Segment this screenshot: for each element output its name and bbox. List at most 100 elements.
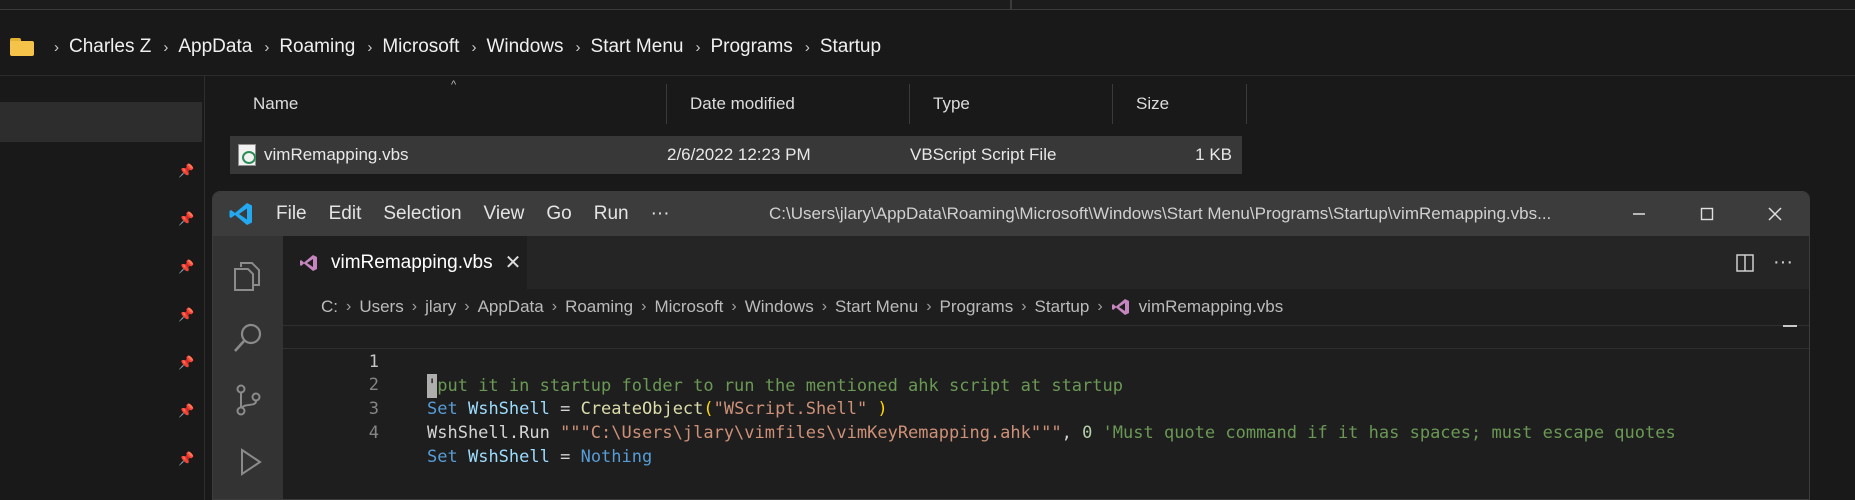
tab-vimremapping-vbs[interactable]: vimRemapping.vbs ✕ <box>283 236 527 289</box>
chevron-right-icon[interactable]: › <box>695 39 700 56</box>
more-actions-icon[interactable]: ··· <box>1773 251 1793 274</box>
folder-icon <box>10 38 34 56</box>
breadcrumb-windows[interactable]: Windows <box>486 36 563 58</box>
pin-icon[interactable]: 📌 <box>178 259 194 275</box>
chevron-right-icon: › <box>54 38 59 56</box>
pin-icon[interactable]: 📌 <box>178 355 194 371</box>
chevron-right-icon: › <box>346 298 352 315</box>
close-window-button[interactable] <box>1741 192 1809 236</box>
minimap[interactable] <box>1783 325 1797 327</box>
breadcrumb-roaming[interactable]: Roaming <box>279 36 355 58</box>
code-editor[interactable]: 1 'put it in startup folder to run the m… <box>283 325 1809 499</box>
breadcrumb-roaming[interactable]: Roaming <box>565 297 633 317</box>
column-header-size[interactable]: Size <box>1113 84 1247 124</box>
breadcrumb-appdata[interactable]: AppData <box>178 36 252 58</box>
breadcrumb-start-menu[interactable]: Start Menu <box>591 36 684 58</box>
code-operator: = <box>549 447 581 467</box>
breadcrumb-start-menu[interactable]: Start Menu <box>835 297 918 317</box>
menu-edit[interactable]: Edit <box>318 192 373 236</box>
code-keyword: Set <box>427 447 458 467</box>
chevron-right-icon: › <box>821 298 828 315</box>
split-editor-icon[interactable] <box>1735 253 1755 273</box>
file-row[interactable]: vimRemapping.vbs 2/6/2022 12:23 PM VBScr… <box>230 136 1242 174</box>
menu-more[interactable]: ··· <box>640 192 681 236</box>
address-bar[interactable]: › Charles Z › AppData › Roaming › Micros… <box>0 18 1855 76</box>
pin-icon[interactable]: 📌 <box>178 451 194 467</box>
chevron-right-icon: › <box>641 298 647 315</box>
code-line[interactable]: 1 'put it in startup folder to run the m… <box>283 325 1809 398</box>
breadcrumb-users[interactable]: Users <box>359 297 403 317</box>
pin-icon[interactable]: 📌 <box>178 403 194 419</box>
code-member: WshShell.Run <box>427 423 561 443</box>
pin-icon[interactable]: 📌 <box>178 307 194 323</box>
menu-selection[interactable]: Selection <box>372 192 472 236</box>
chevron-right-icon[interactable]: › <box>367 39 372 56</box>
search-icon[interactable] <box>230 320 266 356</box>
breadcrumb-file[interactable]: vimRemapping.vbs <box>1139 297 1284 317</box>
menu-run[interactable]: Run <box>583 192 640 236</box>
chevron-right-icon[interactable]: › <box>576 39 581 56</box>
pin-icon[interactable]: 📌 <box>178 163 194 179</box>
column-header-name[interactable]: ^ Name <box>230 79 667 124</box>
editor-breadcrumbs: C: › Users › jlary › AppData › Roaming ›… <box>283 289 1809 325</box>
breadcrumb-appdata[interactable]: AppData <box>478 297 544 317</box>
explorer-top-strip <box>0 0 1855 10</box>
menu-view[interactable]: View <box>473 192 536 236</box>
title-bar[interactable]: File Edit Selection View Go Run ··· C:\U… <box>213 192 1809 236</box>
column-header-date-modified[interactable]: Date modified <box>667 84 910 124</box>
tab-label: vimRemapping.vbs <box>331 251 493 273</box>
divider <box>0 75 1855 76</box>
vscode-window: File Edit Selection View Go Run ··· C:\U… <box>212 191 1810 500</box>
menu-file[interactable]: File <box>265 192 318 236</box>
explorer-files-icon[interactable] <box>230 258 266 294</box>
code-line[interactable]: 3 WshShell.Run """C:\Users\jlary\vimfile… <box>283 373 1809 443</box>
breadcrumb-drive[interactable]: C: <box>321 297 338 317</box>
breadcrumb-windows[interactable]: Windows <box>745 297 814 317</box>
file-name: vimRemapping.vbs <box>264 145 409 164</box>
breadcrumb-startup[interactable]: Startup <box>1035 297 1090 317</box>
chevron-right-icon: › <box>411 298 418 315</box>
editor-actions: ··· <box>1735 236 1793 289</box>
code-keyword: Nothing <box>580 447 653 467</box>
source-control-icon[interactable] <box>230 382 266 418</box>
sort-ascending-icon: ^ <box>451 79 457 91</box>
minimize-icon <box>1633 213 1645 215</box>
activity-bar <box>213 236 283 499</box>
run-debug-icon[interactable] <box>230 444 266 480</box>
column-header-type[interactable]: Type <box>910 84 1113 124</box>
minimize-button[interactable] <box>1605 192 1673 236</box>
line-number: 4 <box>368 423 379 443</box>
code-line[interactable]: 2 Set WshShell = CreateObject("WScript.S… <box>283 349 1809 419</box>
maximize-icon <box>1700 207 1714 221</box>
code-number: 0 <box>1082 423 1093 443</box>
chevron-right-icon[interactable]: › <box>163 39 168 56</box>
breadcrumb-charles-z[interactable]: Charles Z <box>69 36 151 58</box>
navigation-pane <box>0 76 205 500</box>
nav-selected-item[interactable] <box>0 102 202 142</box>
breadcrumb-programs[interactable]: Programs <box>940 297 1014 317</box>
code-line[interactable]: 4 Set WshShell = Nothing <box>283 397 1809 467</box>
breadcrumb-microsoft[interactable]: Microsoft <box>654 297 723 317</box>
breadcrumb-jlary[interactable]: jlary <box>425 297 456 317</box>
breadcrumb-microsoft[interactable]: Microsoft <box>382 36 459 58</box>
code-variable: WshShell <box>467 447 550 467</box>
window-title: C:\Users\jlary\AppData\Roaming\Microsoft… <box>769 204 1552 223</box>
chevron-right-icon[interactable]: › <box>264 39 269 56</box>
menu-go[interactable]: Go <box>535 192 582 236</box>
chevron-right-icon[interactable]: › <box>471 39 476 56</box>
chevron-right-icon: › <box>731 298 737 315</box>
code-string: """C:\Users\jlary\vimfiles\vimKeyRemappi… <box>560 423 1062 443</box>
file-size: 1 KB <box>1195 145 1232 164</box>
vbscript-file-icon <box>238 144 256 166</box>
pin-icon[interactable]: 📌 <box>178 211 194 227</box>
file-date-modified: 2/6/2022 12:23 PM <box>667 145 811 164</box>
breadcrumb-startup[interactable]: Startup <box>820 36 881 58</box>
vscode-logo-icon <box>217 192 265 236</box>
chevron-right-icon: › <box>1097 298 1103 315</box>
close-tab-icon[interactable]: ✕ <box>505 250 522 275</box>
maximize-button[interactable] <box>1673 192 1741 236</box>
chevron-right-icon[interactable]: › <box>805 39 810 56</box>
breadcrumb-programs[interactable]: Programs <box>710 36 792 58</box>
editor-tabs: vimRemapping.vbs ✕ ··· <box>283 236 1809 289</box>
file-type: VBScript Script File <box>910 145 1057 164</box>
